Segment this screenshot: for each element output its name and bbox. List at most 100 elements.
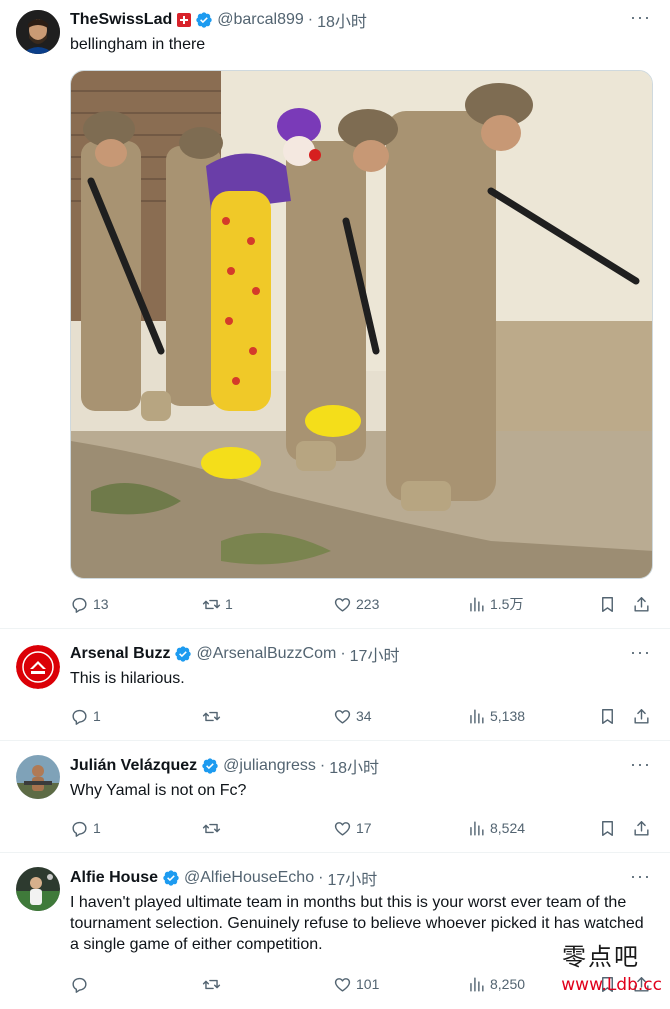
like-button[interactable]: 101	[333, 972, 379, 996]
views-button[interactable]: 8,250	[467, 972, 525, 996]
views-count: 5,138	[490, 708, 526, 724]
heart-icon	[334, 977, 351, 992]
reply-count: 1	[93, 708, 101, 724]
reply-icon	[72, 709, 87, 725]
more-options-icon[interactable]: ···	[630, 867, 650, 889]
verified-badge-icon	[175, 646, 192, 662]
tweet-1[interactable]: TheSwissLad @barcal899 · 18小时 ··· bellin…	[0, 0, 670, 629]
watermark-url: www.Ldb.cc	[561, 975, 662, 995]
timestamp[interactable]: 18小时	[317, 8, 367, 32]
timestamp[interactable]: 17小时	[327, 866, 377, 890]
avatar[interactable]	[16, 645, 60, 689]
reply-icon	[72, 821, 87, 837]
separator: ·	[340, 645, 346, 662]
share-icon	[634, 708, 649, 724]
share-button[interactable]	[632, 704, 651, 728]
verified-badge-icon	[196, 12, 212, 28]
tweet-header: Julián Velázquez @juliangress · 18小时	[70, 755, 610, 777]
bookmark-button[interactable]	[598, 704, 617, 728]
bookmark-icon	[602, 596, 613, 612]
user-handle[interactable]: @juliangress	[223, 757, 316, 775]
retweet-button[interactable]	[202, 704, 225, 728]
user-handle[interactable]: @ArsenalBuzzCom	[196, 645, 336, 663]
bookmark-button[interactable]	[598, 816, 617, 840]
tweet-header: TheSwissLad @barcal899 · 18小时	[70, 9, 610, 31]
views-chart-icon	[470, 820, 484, 836]
avatar[interactable]	[16, 10, 60, 54]
tweet-header: Alfie House @AlfieHouseEcho · 17小时	[70, 867, 610, 889]
views-chart-icon	[470, 596, 484, 612]
reply-icon	[72, 597, 87, 613]
heart-icon	[334, 821, 351, 836]
share-button[interactable]	[632, 592, 651, 616]
views-count: 8,250	[490, 976, 526, 992]
views-chart-icon	[470, 976, 484, 992]
tweet-actions: 1 34 5,138	[70, 704, 660, 728]
more-options-icon[interactable]: ···	[630, 755, 650, 777]
reply-icon	[72, 977, 87, 993]
like-count: 34	[356, 708, 372, 724]
reply-button[interactable]: 1	[70, 816, 101, 840]
display-name[interactable]: Julián Velázquez	[70, 757, 197, 775]
retweet-icon	[202, 979, 221, 989]
avatar[interactable]	[16, 755, 60, 799]
retweet-icon	[202, 711, 221, 721]
views-button[interactable]: 5,138	[467, 704, 525, 728]
views-chart-icon	[470, 708, 484, 724]
tweet-header: Arsenal Buzz @ArsenalBuzzCom · 17小时	[70, 643, 610, 665]
tweet-text: This is hilarious.	[70, 670, 185, 687]
tweet-text: bellingham in there	[70, 36, 206, 53]
heart-icon	[334, 709, 351, 724]
tweet-3[interactable]: Julián Velázquez @juliangress · 18小时 ···…	[0, 741, 670, 853]
bookmark-button[interactable]	[598, 592, 617, 616]
tweet-2[interactable]: Arsenal Buzz @ArsenalBuzzCom · 17小时 ··· …	[0, 629, 670, 741]
like-count: 223	[356, 596, 380, 612]
views-button[interactable]: 8,524	[467, 816, 525, 840]
reply-count: 13	[93, 596, 109, 612]
user-handle[interactable]: @AlfieHouseEcho	[184, 869, 314, 887]
retweet-button[interactable]	[202, 972, 225, 996]
heart-icon	[334, 597, 351, 612]
verified-badge-icon	[163, 870, 179, 886]
tweet-text: Why Yamal is not on Fc?	[70, 782, 247, 799]
more-options-icon[interactable]: ···	[630, 8, 650, 30]
reply-button[interactable]: 1	[70, 704, 101, 728]
share-icon	[634, 596, 649, 612]
views-count: 1.5万	[490, 596, 524, 612]
reply-count: 1	[93, 820, 101, 836]
avatar[interactable]	[16, 867, 60, 911]
retweet-icon	[202, 823, 221, 833]
reply-button[interactable]	[70, 972, 93, 996]
bookmark-icon	[602, 820, 613, 836]
tweet-actions: 1 17 8,524	[70, 816, 660, 840]
retweet-button[interactable]	[202, 816, 225, 840]
watermark-title: 零点吧	[562, 943, 640, 971]
tweet-actions: 13 1 223 1.5万	[70, 592, 660, 616]
site-watermark: 零点吧 www.Ldb.cc	[542, 933, 662, 1003]
display-name[interactable]: TheSwissLad	[70, 11, 172, 29]
display-name[interactable]: Arsenal Buzz	[70, 645, 170, 663]
more-options-icon[interactable]: ···	[630, 643, 650, 665]
retweet-count: 1	[225, 596, 233, 612]
user-handle[interactable]: @barcal899	[217, 11, 304, 29]
separator: ·	[307, 11, 314, 28]
display-name[interactable]: Alfie House	[70, 869, 158, 887]
like-button[interactable]: 17	[333, 816, 372, 840]
separator: ·	[318, 869, 324, 886]
like-count: 101	[356, 976, 380, 992]
share-icon	[634, 820, 649, 836]
like-count: 17	[356, 820, 372, 836]
views-button[interactable]: 1.5万	[467, 592, 523, 616]
like-button[interactable]: 34	[333, 704, 372, 728]
tweet-photo[interactable]	[70, 70, 653, 579]
retweet-icon	[202, 599, 221, 609]
verified-badge-icon	[202, 758, 218, 774]
timestamp[interactable]: 18小时	[329, 754, 379, 778]
timestamp[interactable]: 17小时	[350, 642, 400, 666]
separator: ·	[319, 757, 326, 774]
like-button[interactable]: 223	[333, 592, 379, 616]
share-button[interactable]	[632, 816, 651, 840]
retweet-button[interactable]: 1	[202, 592, 233, 616]
reply-button[interactable]: 13	[70, 592, 109, 616]
swiss-flag-icon	[177, 13, 192, 27]
